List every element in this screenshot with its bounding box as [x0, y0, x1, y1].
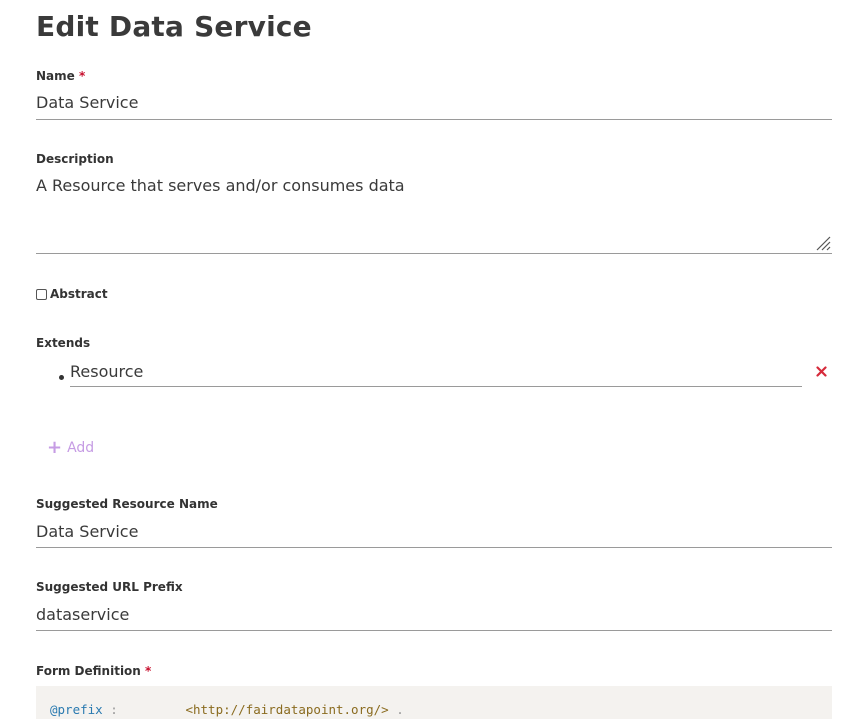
description-text: A Resource that serves and/or consumes d…	[36, 176, 405, 195]
abstract-checkbox[interactable]	[36, 288, 47, 300]
add-extends-button[interactable]: + Add	[47, 439, 94, 457]
extends-item-input[interactable]: Resource	[70, 357, 802, 387]
add-label: Add	[67, 440, 95, 456]
abstract-label: Abstract	[50, 287, 108, 301]
close-icon	[816, 366, 827, 377]
form-definition-label-text: Form Definition	[36, 664, 141, 678]
form-definition-required-mark: *	[145, 664, 152, 678]
code-uri: <http://fairdatapoint.org/>	[185, 702, 389, 717]
page-title: Edit Data Service	[36, 10, 312, 43]
name-label: Name *	[36, 69, 85, 83]
plus-icon: +	[47, 437, 63, 458]
description-textarea[interactable]: A Resource that serves and/or consumes d…	[36, 176, 832, 254]
code-prefix-colon: :	[110, 702, 118, 717]
name-input[interactable]: Data Service	[36, 89, 832, 120]
code-keyword: @prefix	[50, 702, 103, 717]
name-label-text: Name	[36, 69, 75, 83]
extends-label: Extends	[36, 336, 91, 350]
resize-handle-icon[interactable]	[815, 235, 831, 251]
remove-extends-button[interactable]	[816, 362, 832, 380]
suggested-resource-name-label: Suggested Resource Name	[36, 497, 218, 511]
abstract-checkbox-row[interactable]: Abstract	[36, 287, 108, 301]
description-label: Description	[36, 152, 114, 166]
code-dot: .	[396, 702, 404, 717]
name-required-mark: *	[78, 69, 86, 83]
suggested-url-prefix-input[interactable]: dataservice	[36, 600, 832, 631]
form-definition-label: Form Definition *	[36, 664, 151, 678]
suggested-resource-name-input[interactable]: Data Service	[36, 517, 832, 548]
form-definition-editor[interactable]: @prefix : <http://fairdatapoint.org/> .	[36, 686, 832, 719]
edit-data-service-page: Edit Data Service Name * Data Service De…	[0, 0, 858, 719]
list-bullet	[59, 375, 64, 380]
suggested-url-prefix-label: Suggested URL Prefix	[36, 580, 183, 594]
